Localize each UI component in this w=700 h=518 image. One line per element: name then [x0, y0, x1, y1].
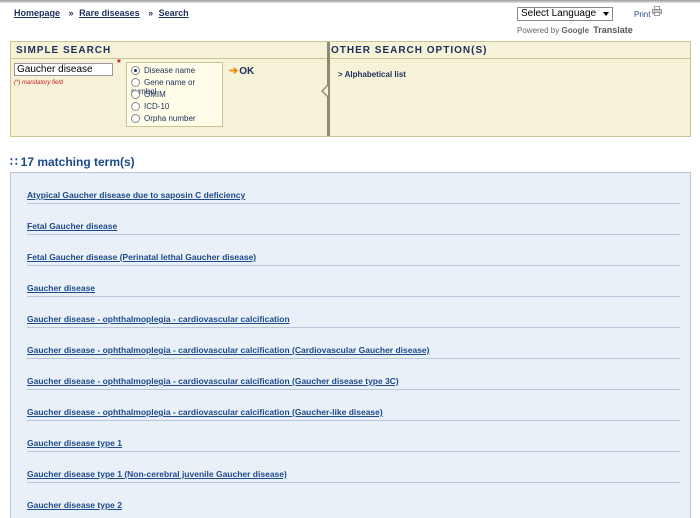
radio-label: OMIM — [144, 90, 166, 99]
breadcrumb-homepage[interactable]: Homepage — [14, 8, 60, 18]
breadcrumb: Homepage » Rare diseases » Search — [14, 8, 189, 18]
powered-by-google-translate: Powered by Google Translate — [517, 25, 633, 35]
list-item: Gaucher disease - ophthalmoplegia - card… — [27, 390, 680, 421]
radio-icon[interactable] — [131, 78, 140, 88]
list-item: Atypical Gaucher disease due to saposin … — [27, 173, 680, 204]
results-list: Atypical Gaucher disease due to saposin … — [10, 172, 691, 518]
mandatory-note: (*) mandatory field — [14, 80, 64, 86]
result-link[interactable]: Fetal Gaucher disease — [27, 221, 117, 231]
breadcrumb-search[interactable]: Search — [159, 8, 189, 18]
breadcrumb-rare-diseases[interactable]: Rare diseases — [79, 8, 140, 18]
list-item: Fetal Gaucher disease (Perinatal lethal … — [27, 235, 680, 266]
result-link[interactable]: Atypical Gaucher disease due to saposin … — [27, 190, 245, 200]
required-mark: * — [117, 58, 121, 69]
radio-icon[interactable] — [131, 114, 140, 124]
breadcrumb-separator: » — [68, 8, 74, 18]
alphabetical-list-link[interactable]: > Alphabetical list — [338, 70, 406, 79]
language-select[interactable]: Select Language — [517, 7, 613, 21]
powered-by-label: Powered by — [517, 26, 560, 35]
result-link[interactable]: Gaucher disease - ophthalmoplegia - card… — [27, 376, 399, 386]
divider — [330, 58, 690, 59]
radio-checked-icon[interactable] — [131, 66, 140, 76]
simple-search-title: SIMPLE SEARCH — [16, 45, 112, 56]
list-item: Gaucher disease type 2 — [27, 483, 680, 514]
arrow-right-icon: ➔ — [229, 65, 239, 77]
list-item: Gaucher disease — [27, 266, 680, 297]
ok-button[interactable]: ➔OK — [229, 64, 254, 77]
list-item: Gaucher disease type 1 — [27, 421, 680, 452]
radio-label: ICD-10 — [144, 102, 170, 111]
result-link[interactable]: Gaucher disease type 2 — [27, 500, 122, 510]
list-item: Fetal Gaucher disease — [27, 204, 680, 235]
print-link[interactable]: Print — [634, 10, 650, 19]
result-link[interactable]: Gaucher disease type 1 (Non-cerebral juv… — [27, 469, 287, 479]
result-link[interactable]: Gaucher disease — [27, 283, 95, 293]
result-link[interactable]: Gaucher disease - ophthalmoplegia - card… — [27, 407, 383, 417]
translate-label: Translate — [593, 25, 633, 35]
breadcrumb-separator: » — [148, 8, 154, 18]
list-item: Gaucher disease type 1 (Non-cerebral juv… — [27, 452, 680, 483]
result-link[interactable]: Gaucher disease - ophthalmoplegia - card… — [27, 314, 290, 324]
chevron-down-icon — [603, 12, 609, 16]
search-type-options: Disease name Gene name or symbol OMIM IC… — [126, 62, 223, 127]
radio-icon[interactable] — [131, 102, 140, 112]
radio-orpha-number[interactable]: Orpha number — [131, 114, 196, 124]
google-logo: Google — [561, 26, 590, 35]
list-item: Gaucher disease - ophthalmoplegia - card… — [27, 328, 680, 359]
results-count: 17 matching term(s) — [20, 155, 135, 169]
result-link[interactable]: Fetal Gaucher disease (Perinatal lethal … — [27, 252, 256, 262]
top-border — [0, 0, 700, 3]
dots-icon: ∷ — [10, 155, 19, 169]
radio-icon[interactable] — [131, 90, 140, 100]
radio-icd10[interactable]: ICD-10 — [131, 102, 170, 112]
radio-omim[interactable]: OMIM — [131, 90, 166, 100]
other-search-title: OTHER SEARCH OPTION(S) — [331, 45, 488, 56]
printer-icon[interactable] — [652, 6, 662, 16]
language-select-value: Select Language — [521, 8, 597, 19]
radio-label: Disease name — [144, 66, 196, 75]
result-link[interactable]: Gaucher disease - ophthalmoplegia - card… — [27, 345, 429, 355]
results-heading: ∷ 17 matching term(s) — [10, 155, 135, 169]
list-item: Gaucher disease - ophthalmoplegia - card… — [27, 297, 680, 328]
divider — [11, 58, 327, 59]
result-link[interactable]: Gaucher disease type 1 — [27, 438, 122, 448]
search-panel: SIMPLE SEARCH OTHER SEARCH OPTION(S) — [10, 41, 691, 137]
panel-notch-inner — [323, 86, 328, 96]
search-input[interactable] — [14, 63, 113, 76]
radio-label: Orpha number — [144, 114, 196, 123]
list-item: Gaucher disease - ophthalmoplegia - card… — [27, 359, 680, 390]
radio-disease-name[interactable]: Disease name — [131, 66, 196, 76]
ok-label: OK — [239, 66, 255, 77]
